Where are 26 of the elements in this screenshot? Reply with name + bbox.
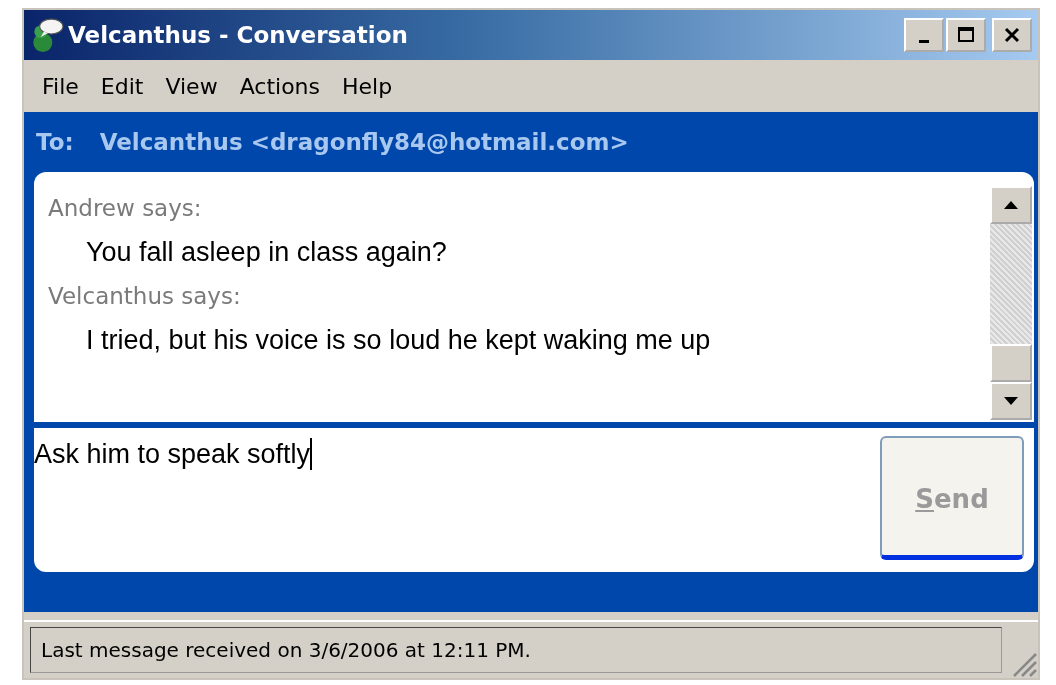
scroll-down-button[interactable] bbox=[990, 382, 1032, 420]
scroll-up-button[interactable] bbox=[990, 186, 1032, 224]
close-button[interactable] bbox=[992, 18, 1032, 52]
message-text: You fall asleep in class again? bbox=[85, 236, 448, 269]
minimize-button[interactable] bbox=[904, 18, 944, 52]
maximize-icon bbox=[956, 25, 976, 45]
close-icon bbox=[1002, 25, 1022, 45]
menu-item[interactable]: File bbox=[36, 71, 91, 101]
window-title: Velcanthus - Conversation bbox=[68, 22, 409, 48]
menu-item[interactable]: Help bbox=[336, 71, 405, 101]
sender-line: Velcanthus says: bbox=[48, 282, 242, 311]
menu-item[interactable]: Edit bbox=[94, 71, 156, 101]
message-text: I tried, but his voice is so loud he kept waking me up bbox=[85, 324, 712, 357]
to-label: To: bbox=[36, 129, 74, 155]
status-text: Last message received on 3/6/2006 at 12:11 PM. bbox=[30, 627, 1002, 673]
maximize-button[interactable] bbox=[946, 18, 986, 52]
scroll-thumb[interactable] bbox=[990, 344, 1032, 382]
sender-line: Andrew says: bbox=[48, 194, 203, 223]
down-arrow-icon bbox=[1004, 397, 1018, 405]
typed-text: Ask him to speak softly bbox=[34, 438, 311, 471]
menu-item[interactable]: View bbox=[159, 71, 230, 101]
minimize-icon bbox=[919, 39, 929, 43]
scrollbar[interactable] bbox=[990, 186, 1032, 420]
menu-item[interactable]: Actions bbox=[233, 71, 333, 101]
contact-address: Velcanthus <dragonfly84@hotmail.com> bbox=[99, 129, 629, 155]
up-arrow-icon bbox=[1004, 201, 1018, 209]
